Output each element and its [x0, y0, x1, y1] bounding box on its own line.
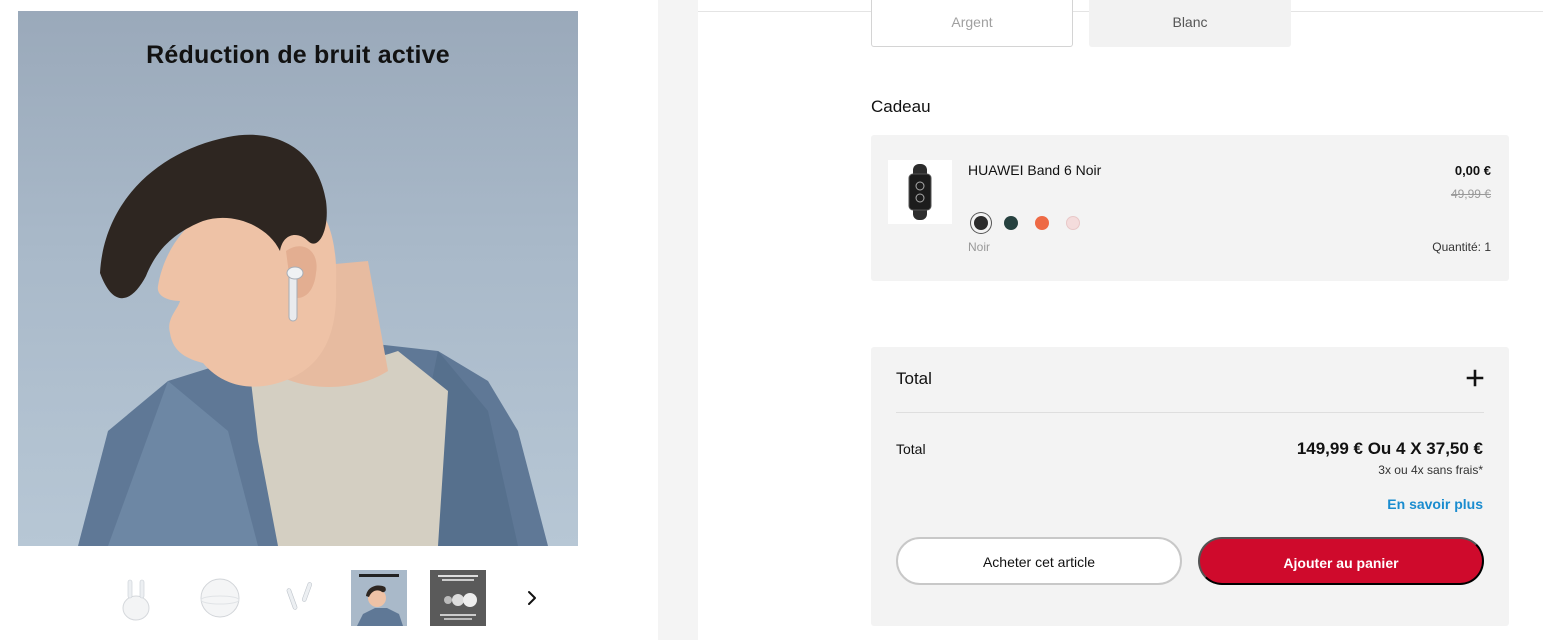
swatch-dark-green[interactable] — [1004, 216, 1018, 230]
add-to-cart-button[interactable]: Ajouter au panier — [1198, 537, 1484, 585]
installments-note: 3x ou 4x sans frais* — [1378, 463, 1483, 477]
earbuds-case-icon — [108, 570, 164, 626]
expand-total-button[interactable] — [1466, 369, 1484, 387]
gift-selected-color: Noir — [968, 240, 991, 254]
total-panel: Total Total 149,99 € Ou 4 X 37,50 € 3x o… — [871, 347, 1509, 626]
total-header: Total — [896, 369, 932, 388]
thumbnail-earbuds-case[interactable] — [108, 570, 164, 626]
earbuds-pair-icon — [272, 570, 328, 626]
total-amount: 149,99 € Ou 4 X 37,50 € — [1296, 439, 1483, 458]
gift-product-name: HUAWEI Band 6 Noir — [968, 162, 1102, 178]
chevron-right-icon — [528, 591, 536, 605]
band-icon — [908, 164, 932, 220]
buy-now-button[interactable]: Acheter cet article — [896, 537, 1182, 585]
gutter — [658, 0, 698, 640]
color-option-argent[interactable]: Argent — [871, 0, 1073, 47]
hero-caption: Réduction de bruit active — [146, 41, 450, 69]
swatch-orange[interactable] — [1035, 216, 1049, 230]
plus-icon — [1466, 369, 1484, 387]
total-label: Total — [896, 441, 926, 457]
feature-photo-icon — [430, 570, 486, 626]
product-gallery: Réduction de bruit active — [0, 0, 658, 640]
lifestyle-photo-icon — [351, 570, 407, 626]
gift-section-title: Cadeau — [871, 97, 931, 116]
hero-photo — [78, 134, 548, 546]
hero-image: Réduction de bruit active — [18, 11, 578, 546]
gift-quantity: Quantité: 1 — [1432, 240, 1491, 254]
swatch-pink[interactable] — [1066, 216, 1080, 230]
gift-old-price: 49,99 € — [1450, 187, 1491, 201]
thumbnail-lifestyle[interactable] — [351, 570, 407, 626]
gift-product-image — [888, 160, 952, 224]
swatch-noir[interactable] — [974, 216, 988, 230]
color-option-blanc[interactable]: Blanc — [1089, 0, 1291, 47]
next-thumbnail-button[interactable] — [520, 586, 544, 610]
gift-card: HUAWEI Band 6 Noir 0,00 € 49,99 € Noir Q… — [871, 135, 1509, 281]
thumbnail-earbuds-pair[interactable] — [272, 570, 328, 626]
closed-case-icon — [192, 570, 248, 626]
learn-more-link[interactable]: En savoir plus — [1387, 496, 1483, 512]
total-divider — [896, 412, 1484, 413]
thumbnail-closed-case[interactable] — [192, 570, 248, 626]
gift-price: 0,00 € — [1454, 163, 1491, 178]
thumbnail-feature[interactable] — [430, 570, 486, 626]
